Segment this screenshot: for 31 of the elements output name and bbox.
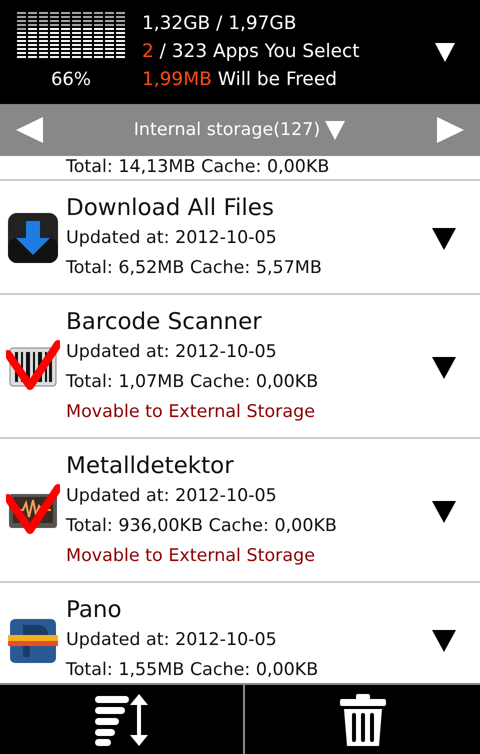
previous-icon[interactable] [16, 117, 44, 143]
trash-icon [340, 694, 386, 746]
app-name: Download All Files [66, 194, 275, 223]
app-sizes: Total: 1,55MB Cache: 0,00KB [66, 659, 320, 682]
sort-icon [94, 694, 148, 746]
app-sizes: Total: 6,52MB Cache: 5,57MB [66, 257, 323, 280]
storage-usage: 1,32GB / 1,97GB [142, 12, 298, 36]
app-sizes: Total: 936,00KB Cache: 0,00KB [66, 515, 338, 538]
expand-icon[interactable] [432, 228, 456, 250]
app-icon [6, 211, 60, 265]
update-date: Updated at: 2012-10-05 [66, 485, 278, 508]
expand-icon[interactable] [432, 356, 456, 379]
movable-note: Movable to External Storage [66, 545, 316, 568]
usage-percent: 66% [50, 68, 91, 92]
update-date: Updated at: 2012-10-05 [66, 227, 278, 250]
movable-note: Movable to External Storage [66, 401, 316, 424]
app-name: Pano [66, 596, 123, 625]
dropdown-icon[interactable] [434, 41, 456, 63]
next-icon[interactable] [436, 117, 464, 143]
update-date: Updated at: 2012-10-05 [66, 341, 278, 364]
expand-icon[interactable] [432, 630, 456, 652]
update-date: Updated at: 2012-10-05 [66, 629, 278, 652]
app-name: Barcode Scanner [66, 308, 263, 337]
selected-apps-text: / 323 Apps You Select [160, 41, 360, 62]
freed-text: Will be Freed [218, 69, 337, 90]
expand-icon[interactable] [432, 500, 456, 523]
app-sizes: Total: 1,07MB Cache: 0,00KB [66, 371, 320, 394]
app-details: Total: 14,13MB Cache: 0,00KB [66, 157, 330, 177]
freed-size: 1,99MB [142, 69, 212, 90]
app-name: Metalldetektor [66, 452, 235, 481]
selected-count: 2 [142, 41, 154, 62]
